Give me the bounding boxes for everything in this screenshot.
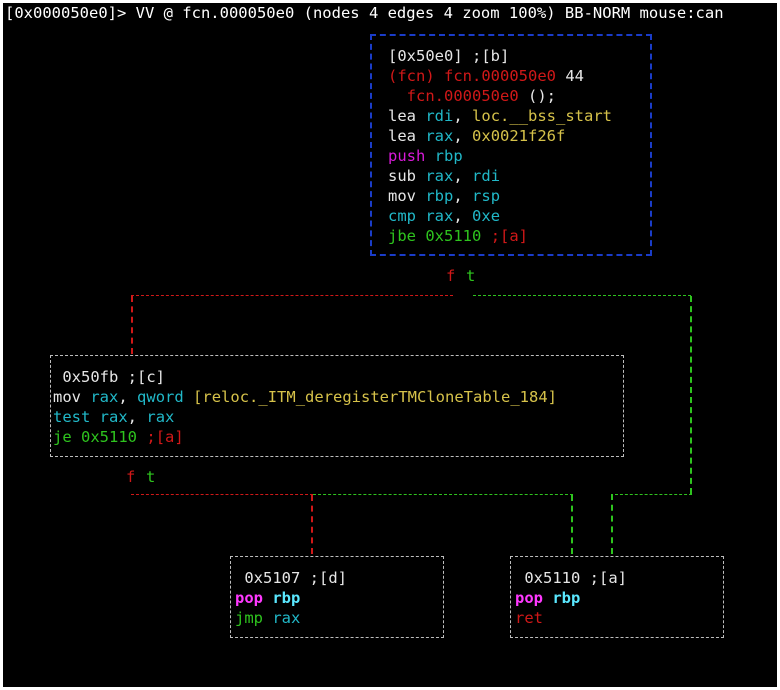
edge-label-false: f — [126, 468, 136, 486]
edge-label-true: t — [466, 267, 476, 285]
asm-line[interactable]: mov rbp, rsp — [388, 186, 650, 206]
graph-node-0x50fb[interactable]: 0x50fb ;[c] mov rax, qword [reloc._ITM_d… — [50, 355, 624, 457]
asm-line[interactable]: lea rax, 0x0021f26f — [388, 126, 650, 146]
asm-line[interactable]: jbe 0x5110 ;[a] — [388, 226, 650, 246]
edge-true-to-0x5110 — [611, 494, 613, 554]
asm-line[interactable]: push rbp — [388, 146, 650, 166]
asm-line[interactable]: ret — [515, 608, 723, 628]
asm-line[interactable]: lea rdi, loc.__bss_start — [388, 106, 650, 126]
edge-true-horizontal — [473, 295, 691, 296]
function-header: (fcn) fcn.000050e0 44 — [388, 67, 585, 85]
asm-line[interactable]: test rax, rax — [53, 407, 623, 427]
asm-line[interactable]: pop rbp — [235, 588, 443, 608]
edge-false-horizontal — [131, 295, 453, 296]
node-address: 0x5110 ;[a] — [524, 569, 627, 587]
node-address: 0x50fb ;[c] — [62, 368, 165, 386]
graph-node-0x5107[interactable]: 0x5107 ;[d] pop rbp jmp rax — [230, 556, 444, 638]
asm-line[interactable]: je 0x5110 ;[a] — [53, 427, 623, 447]
asm-line[interactable]: jmp rax — [235, 608, 443, 628]
edge-true-vertical — [690, 296, 692, 494]
visual-graph-status-line: [0x000050e0]> VV @ fcn.000050e0 (nodes 4… — [5, 4, 724, 22]
asm-line[interactable]: mov rax, qword [reloc._ITM_deregisterTMC… — [53, 387, 623, 407]
edge-false-horizontal — [131, 494, 313, 495]
edge-false-to-0x5107 — [311, 495, 313, 554]
edge-false-vertical — [131, 296, 133, 354]
graph-node-0x5110[interactable]: 0x5110 ;[a] pop rbp ret — [510, 556, 724, 638]
asm-line[interactable]: sub rax, rdi — [388, 166, 650, 186]
asm-line[interactable]: cmp rax, 0xe — [388, 206, 650, 226]
terminal-window: [0x000050e0]> VV @ fcn.000050e0 (nodes 4… — [3, 3, 777, 687]
edge-true-to-0x5110 — [571, 495, 573, 554]
edge-label-true: t — [146, 468, 156, 486]
graph-node-0x50e0[interactable]: [0x50e0] ;[b] (fcn) fcn.000050e0 44 fcn.… — [370, 34, 652, 256]
node-address: [0x50e0] ;[b] — [388, 47, 510, 65]
edge-true-horizontal — [313, 494, 573, 495]
function-signature: fcn.000050e0 (); — [406, 87, 556, 105]
node-address: 0x5107 ;[d] — [244, 569, 347, 587]
edge-label-false: f — [446, 267, 456, 285]
edge-true-join — [615, 494, 692, 495]
asm-line[interactable]: pop rbp — [515, 588, 723, 608]
